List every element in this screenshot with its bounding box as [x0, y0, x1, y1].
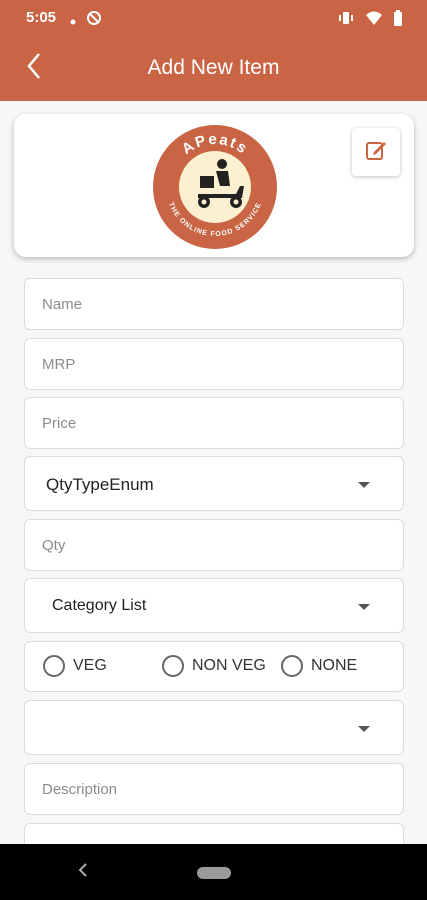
data-saver-icon — [86, 10, 102, 31]
name-field[interactable]: Name — [24, 278, 404, 330]
radio-circle[interactable] — [43, 655, 65, 677]
chevron-down-icon — [358, 726, 370, 732]
system-nav-bar — [0, 844, 427, 900]
app-bar: Add New Item — [0, 36, 427, 101]
dot-icon — [70, 12, 76, 30]
status-time: 5:05 — [26, 9, 57, 26]
status-bar: 5:05 — [0, 0, 427, 36]
category-value: Category List — [52, 597, 147, 614]
price-placeholder: Price — [42, 415, 77, 432]
food-type-radio-group: VEG NON VEG NONE — [24, 641, 404, 692]
radio-veg-label: VEG — [73, 657, 107, 674]
edit-icon — [364, 138, 388, 167]
edit-image-button[interactable] — [352, 128, 400, 176]
chevron-down-icon — [358, 482, 370, 488]
wifi-icon — [365, 10, 383, 31]
page-title: Add New Item — [147, 56, 280, 79]
qty-placeholder: Qty — [42, 537, 66, 554]
radio-non-veg[interactable]: NON VEG — [162, 655, 266, 677]
item-image-card: APeats THE ONLINE FOOD SERVICE — [14, 114, 414, 257]
category-dropdown[interactable]: Category List — [24, 578, 404, 633]
description-placeholder: Description — [42, 781, 118, 798]
sub-category-dropdown[interactable] — [24, 700, 404, 755]
qty-type-dropdown[interactable]: QtyTypeEnum — [24, 456, 404, 511]
mrp-field[interactable]: MRP — [24, 338, 404, 390]
name-placeholder: Name — [42, 296, 83, 313]
description-field[interactable]: Description — [24, 763, 404, 815]
chevron-down-icon — [358, 604, 370, 610]
battery-icon — [393, 10, 403, 31]
price-field[interactable]: Price — [24, 397, 404, 449]
radio-none-label: NONE — [311, 657, 358, 674]
nav-home-button[interactable] — [197, 867, 231, 879]
vibrate-icon — [337, 10, 355, 31]
qty-field[interactable]: Qty — [24, 519, 404, 571]
radio-non-veg-label: NON VEG — [192, 657, 266, 674]
radio-circle[interactable] — [162, 655, 184, 677]
radio-circle[interactable] — [281, 655, 303, 677]
brand-logo: APeats THE ONLINE FOOD SERVICE — [152, 124, 278, 250]
nav-back-icon — [78, 862, 88, 883]
radio-none[interactable]: NONE — [281, 655, 357, 677]
nav-back-button[interactable] — [75, 862, 91, 882]
qty-type-value: QtyTypeEnum — [46, 475, 154, 494]
mrp-placeholder: MRP — [42, 356, 76, 373]
radio-veg[interactable]: VEG — [43, 655, 107, 677]
